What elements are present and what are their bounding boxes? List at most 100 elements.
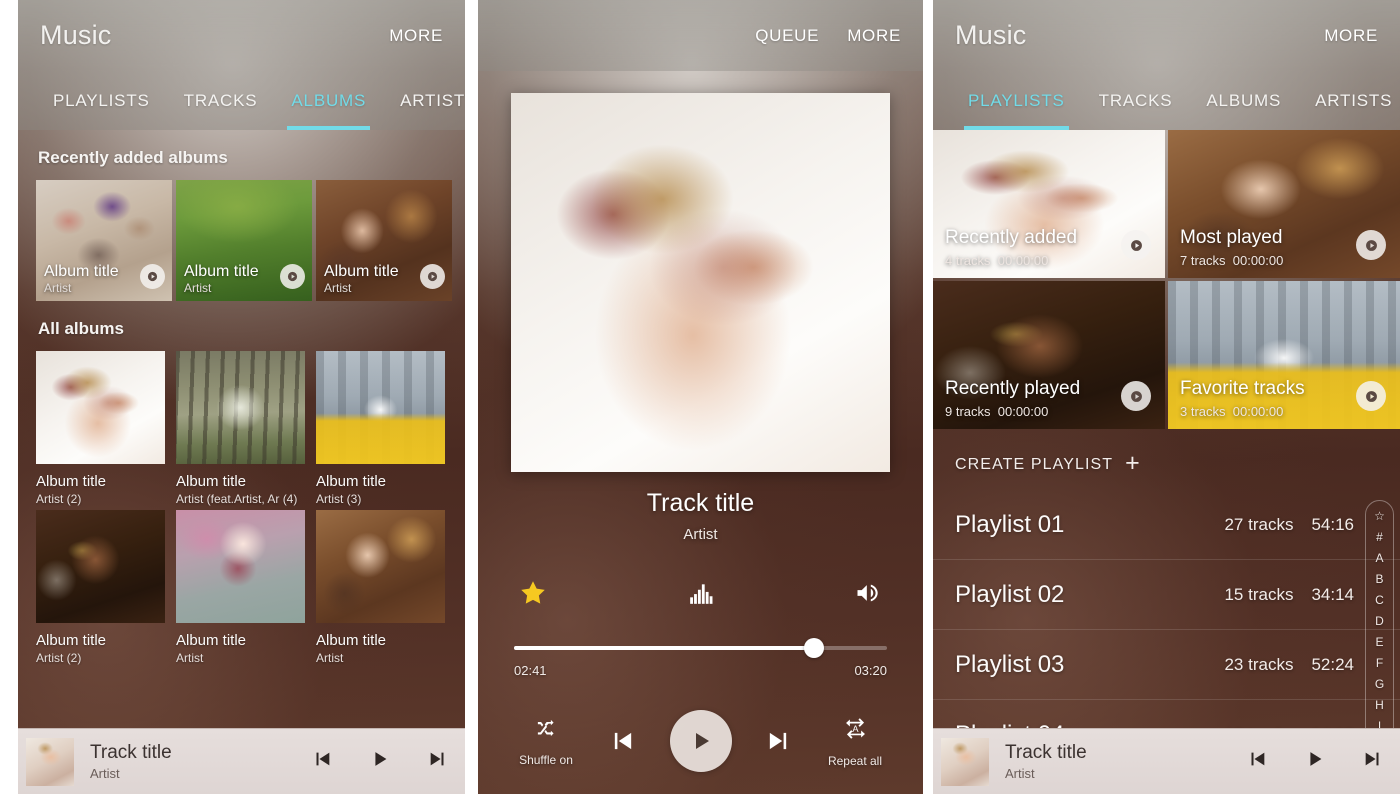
index-letter[interactable]: D — [1375, 612, 1384, 631]
tab-tracks[interactable]: TRACKS — [1082, 71, 1190, 130]
album-grid-item[interactable]: Album title Artist (2) — [36, 351, 172, 506]
playlist-duration: 00:00:00 — [997, 253, 1049, 268]
progress-fill — [514, 646, 815, 650]
recent-album-card[interactable]: Album title Artist — [176, 180, 312, 301]
playlist-meta: 7 tracks 00:00:00 — [1180, 253, 1348, 268]
play-icon[interactable] — [1121, 381, 1151, 411]
play-icon[interactable] — [669, 710, 732, 772]
playlist-tile-caption: Recently added 4 tracks 00:00:00 — [945, 227, 1113, 268]
previous-icon[interactable] — [311, 748, 333, 775]
playlist-tile-recently-played[interactable]: Recently played 9 tracks 00:00:00 — [933, 281, 1165, 429]
index-letter[interactable]: E — [1375, 633, 1383, 652]
shuffle-button[interactable]: Shuffle on — [508, 715, 584, 767]
tab-albums[interactable]: ALBUMS — [274, 71, 383, 130]
next-icon[interactable] — [427, 748, 449, 775]
playlist-duration: 52:24 — [1311, 654, 1354, 674]
tab-playlists[interactable]: PLAYLISTS — [951, 71, 1082, 130]
playlist-name: Playlist 01 — [955, 510, 1065, 538]
page-title: Music — [955, 20, 1027, 50]
mini-player[interactable]: Track title Artist — [18, 728, 465, 794]
play-button[interactable] — [663, 710, 739, 772]
repeat-label: Repeat all — [827, 753, 883, 768]
play-icon[interactable] — [1356, 381, 1386, 411]
create-playlist-button[interactable]: CREATE PLAYLIST + — [933, 429, 1400, 490]
shuffle-label: Shuffle on — [519, 753, 573, 767]
album-artwork — [176, 351, 305, 464]
playlist-duration: 00:00:00 — [997, 404, 1049, 419]
index-letter[interactable]: F — [1376, 654, 1383, 673]
index-letter[interactable]: C — [1375, 591, 1384, 610]
equalizer-icon[interactable] — [684, 576, 718, 610]
albums-scroll-area[interactable]: Recently added albums Album title Artist — [18, 130, 465, 728]
more-button[interactable]: MORE — [847, 26, 901, 46]
mini-player-controls — [1246, 748, 1384, 775]
album-artist: Artist — [176, 651, 204, 665]
playlists-topbar-actions: MORE — [1324, 26, 1378, 46]
next-icon[interactable] — [1362, 748, 1384, 775]
playlist-row[interactable]: Playlist 02 15 tracks 34:14 — [933, 560, 1400, 630]
index-letter[interactable]: # — [1376, 528, 1383, 547]
favorite-star-icon[interactable] — [516, 576, 550, 610]
now-playing-artwork[interactable] — [511, 93, 890, 472]
mini-player[interactable]: Track title Artist — [933, 728, 1400, 794]
index-letter[interactable]: B — [1375, 570, 1383, 589]
album-artwork — [176, 510, 305, 623]
playlist-tile-favorite-tracks[interactable]: Favorite tracks 3 tracks 00:00:00 — [1168, 281, 1400, 429]
album-artwork — [36, 510, 165, 623]
playlist-track-count: 27 tracks — [1224, 514, 1294, 534]
play-icon[interactable] — [369, 748, 391, 775]
progress-slider[interactable] — [514, 638, 887, 658]
svg-text:A: A — [852, 723, 859, 733]
play-icon[interactable] — [1304, 748, 1326, 775]
playlist-tile-most-played[interactable]: Most played 7 tracks 00:00:00 — [1168, 130, 1400, 278]
now-playing-track-title: Track title — [646, 489, 755, 517]
recent-album-card[interactable]: Album title Artist — [316, 180, 452, 301]
mini-player-artwork — [941, 737, 989, 786]
tab-albums[interactable]: ALBUMS — [1189, 71, 1298, 130]
recent-album-card[interactable]: Album title Artist — [36, 180, 172, 301]
playlist-tile-caption: Most played 7 tracks 00:00:00 — [1180, 227, 1348, 268]
play-icon[interactable] — [420, 264, 445, 289]
playlist-row-meta: 15 tracks 34:14 — [1224, 585, 1354, 605]
tab-artists[interactable]: ARTISTS — [1298, 71, 1400, 130]
play-icon[interactable] — [1121, 230, 1151, 260]
play-icon[interactable] — [140, 264, 165, 289]
now-playing-transport-controls: Shuffle on A Repeat all — [478, 710, 923, 772]
playlist-duration: 34:14 — [1311, 584, 1354, 604]
all-albums-heading: All albums — [38, 319, 124, 338]
more-button[interactable]: MORE — [1324, 26, 1378, 46]
album-grid-item[interactable]: Album title Artist (3) — [316, 351, 452, 506]
play-icon[interactable] — [280, 264, 305, 289]
alphabet-index-scrollbar[interactable]: ☆ # A B C D E F G H I — [1365, 500, 1394, 748]
queue-button[interactable]: QUEUE — [755, 26, 819, 46]
tab-artists[interactable]: ARTISTS — [383, 71, 465, 130]
album-artwork — [316, 510, 445, 623]
playlist-tile-recently-added[interactable]: Recently added 4 tracks 00:00:00 — [933, 130, 1165, 278]
index-letter[interactable]: ☆ — [1374, 507, 1385, 526]
playlist-name: Most played — [1180, 227, 1283, 249]
play-icon[interactable] — [1356, 230, 1386, 260]
previous-icon[interactable] — [1246, 748, 1268, 775]
album-grid-item[interactable]: Album title Artist (feat.Artist, Ar (4) — [176, 351, 312, 506]
volume-icon[interactable] — [851, 576, 885, 610]
album-grid-item[interactable]: Album title Artist — [176, 510, 312, 665]
playlist-name: Playlist 03 — [955, 650, 1065, 678]
tab-tracks[interactable]: TRACKS — [167, 71, 275, 130]
playlists-screen: Music MORE PLAYLISTS TRACKS ALBUMS ARTIS… — [933, 0, 1400, 794]
tab-playlists[interactable]: PLAYLISTS — [36, 71, 167, 130]
index-letter[interactable]: H — [1375, 696, 1384, 715]
previous-button[interactable] — [585, 727, 661, 755]
repeat-button[interactable]: A Repeat all — [817, 715, 893, 768]
mini-player-artist: Artist — [1005, 765, 1035, 781]
playlist-row-meta: 23 tracks 52:24 — [1224, 655, 1354, 675]
album-grid-item[interactable]: Album title Artist — [316, 510, 452, 665]
now-playing-screen: QUEUE MORE Track title Artist 02:41 03:2… — [478, 0, 923, 794]
playlist-row[interactable]: Playlist 03 23 tracks 52:24 — [933, 630, 1400, 700]
index-letter[interactable]: G — [1375, 675, 1384, 694]
playlist-row[interactable]: Playlist 01 27 tracks 54:16 — [933, 490, 1400, 560]
album-grid-item[interactable]: Album title Artist (2) — [36, 510, 172, 665]
next-button[interactable] — [740, 727, 816, 755]
index-letter[interactable]: A — [1375, 549, 1383, 568]
album-title: Album title — [36, 473, 107, 490]
more-button[interactable]: MORE — [389, 26, 443, 46]
